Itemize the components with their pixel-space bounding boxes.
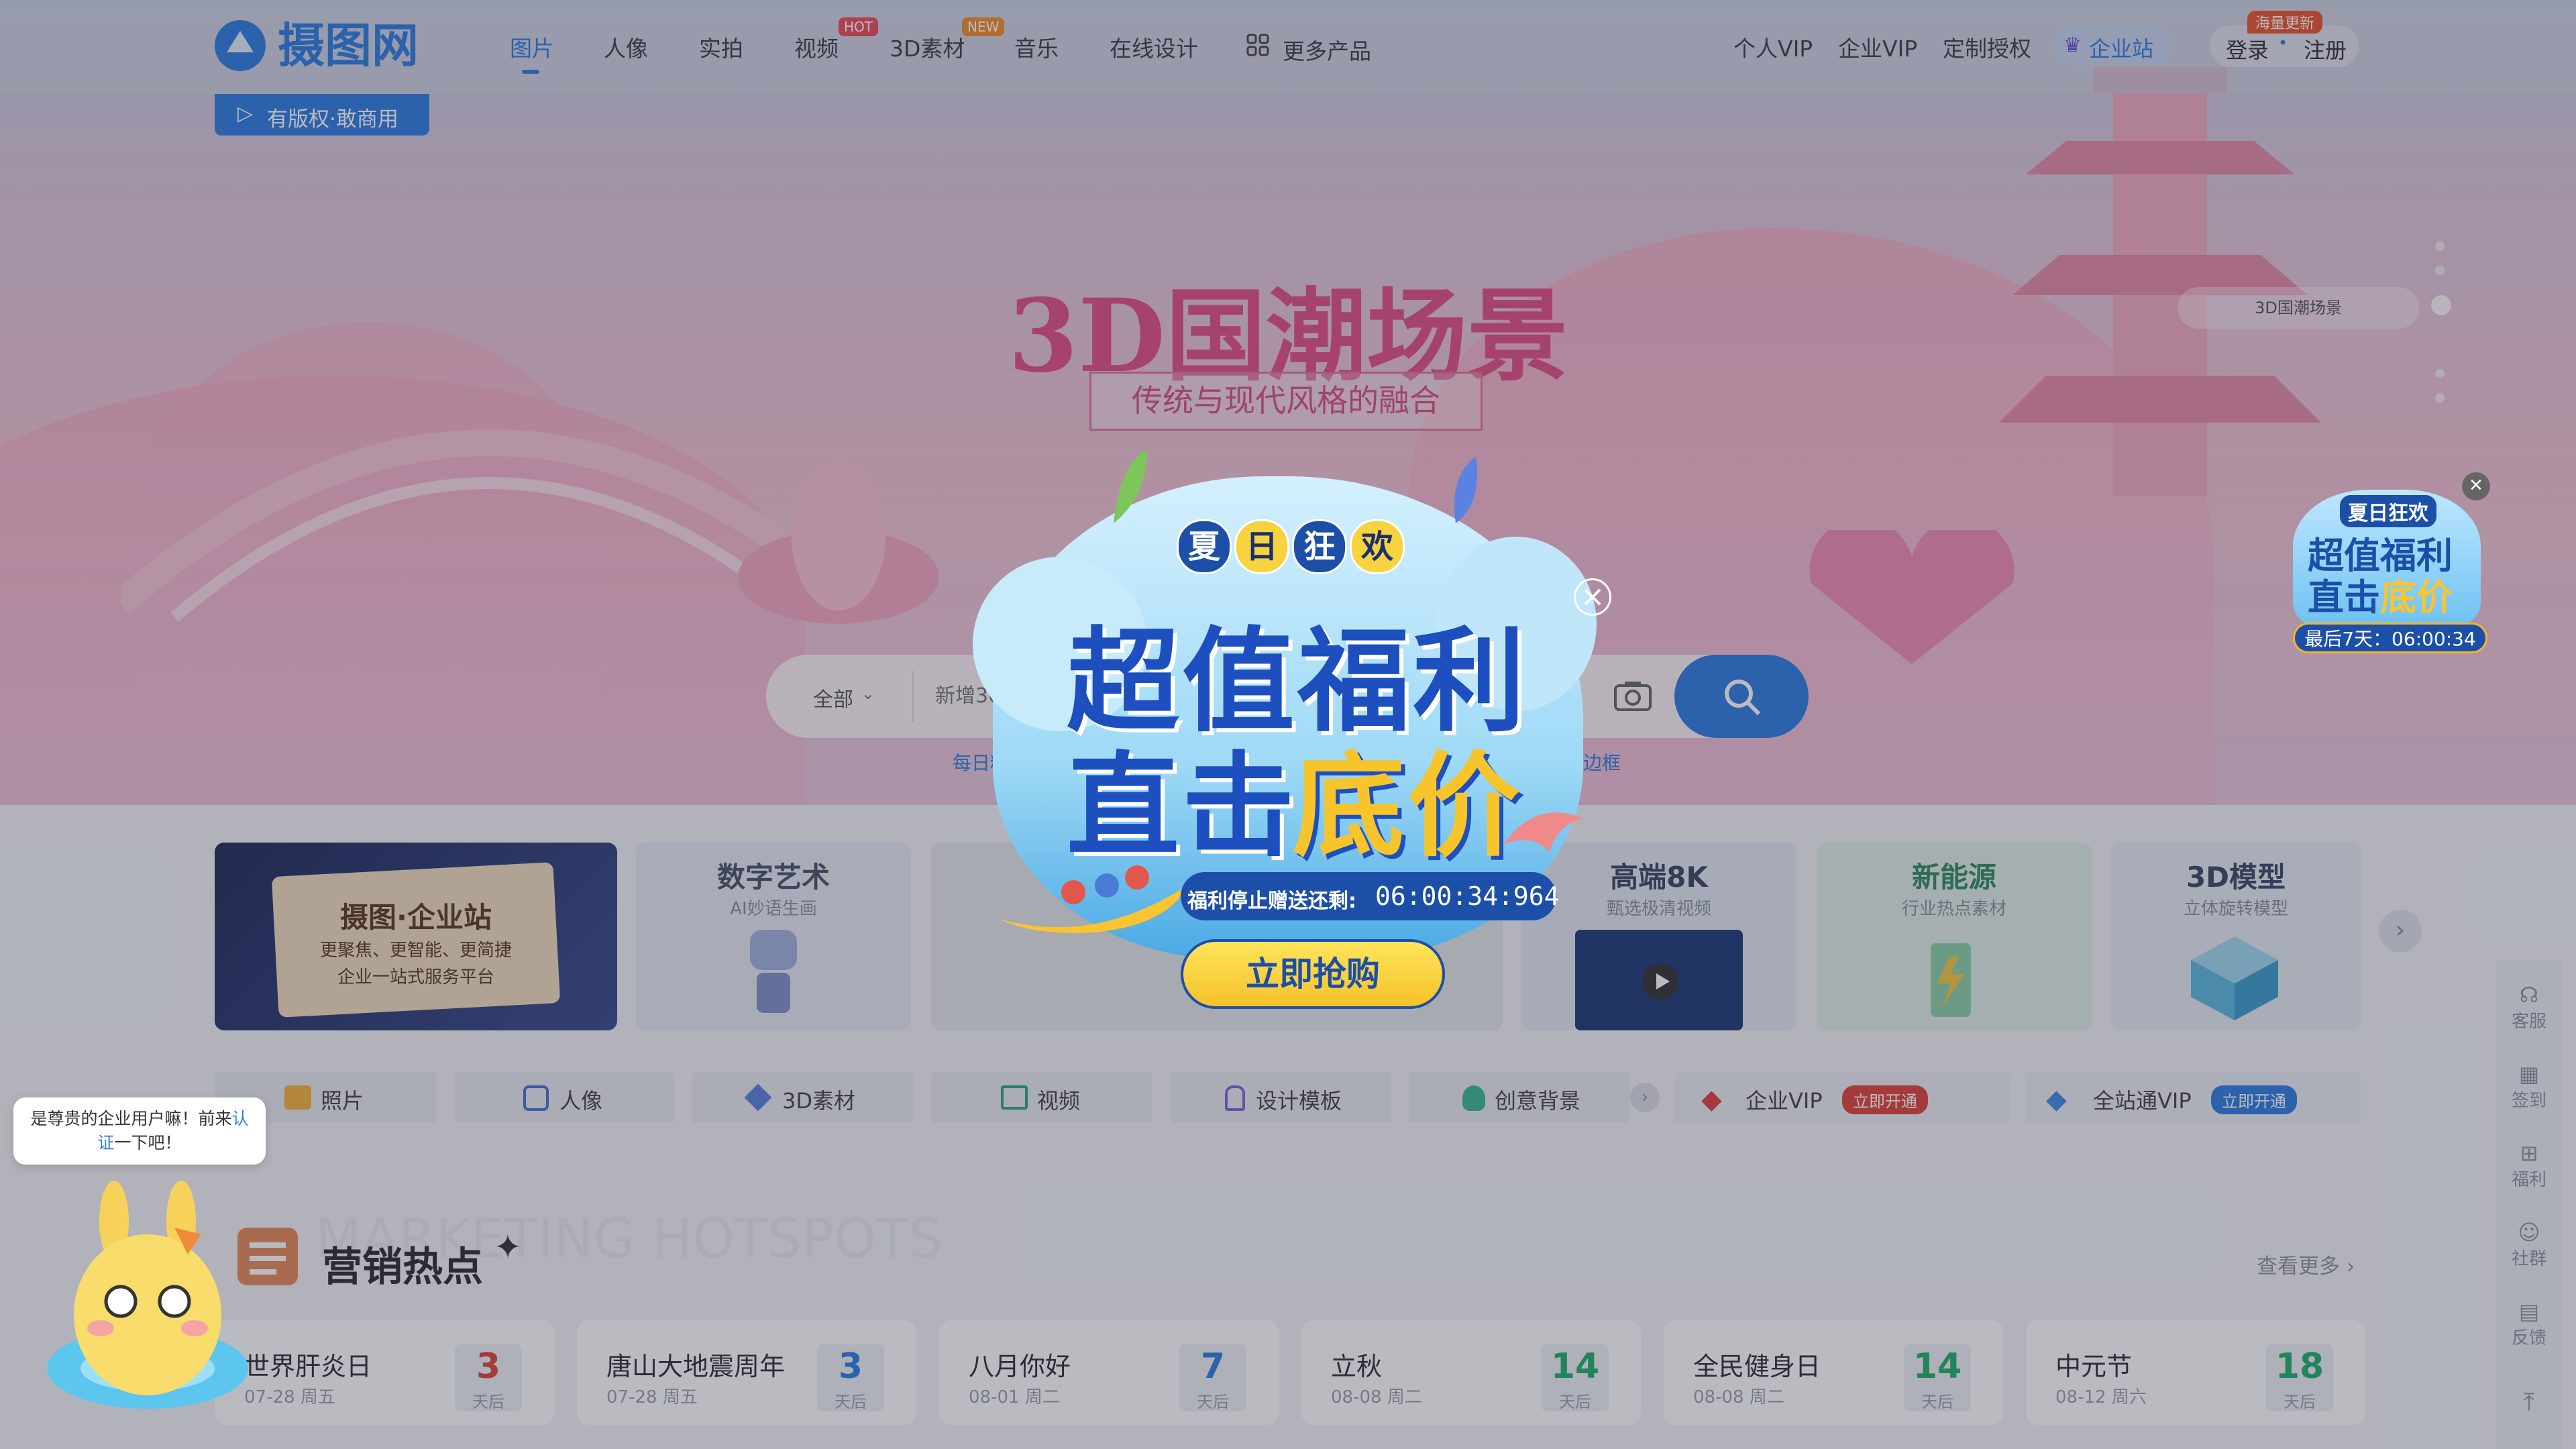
- popup-countdown-timer: 06:00:34:964: [1375, 881, 1560, 911]
- mascot-rabbit[interactable]: [40, 1181, 255, 1422]
- popup-tag-char: 欢: [1350, 519, 1405, 574]
- banana-boat-illustration: [1000, 865, 1187, 933]
- toast-text: 是尊贵的企业用户嘛！前来: [30, 1109, 232, 1128]
- popup-tag: 夏 日 狂 欢: [1177, 519, 1411, 574]
- dolphin-icon: [1503, 812, 1583, 852]
- floating-promo[interactable]: 夏日狂欢 超值福利 直击 底价 最后7天：06:00:34: [2288, 476, 2489, 657]
- floating-promo-tag: 夏日狂欢: [2340, 495, 2436, 527]
- floating-promo-countdown: 最后7天：06:00:34: [2293, 623, 2487, 653]
- popup-tag-char: 夏: [1177, 519, 1232, 574]
- floating-promo-line2b: 底价: [2380, 576, 2453, 619]
- promo-popup: 夏 日 狂 欢 超值福利 直击 底价 福利停止赠送还剩: 06:00:34:96…: [973, 449, 1610, 1033]
- popup-countdown-label: 福利停止赠送还剩:: [1187, 890, 1356, 913]
- popup-buy-button[interactable]: 立即抢购: [1181, 939, 1445, 1009]
- popup-tag-char: 狂: [1292, 519, 1347, 574]
- popup-close-icon[interactable]: [1574, 578, 1611, 616]
- popup-tag-char: 日: [1234, 519, 1289, 574]
- toast-text-2: 一下吧！: [114, 1133, 182, 1152]
- floating-promo-close-icon[interactable]: ✕: [2462, 472, 2490, 500]
- toast-verify-link-2[interactable]: 证: [97, 1133, 114, 1152]
- toast-verify-link[interactable]: 认: [232, 1109, 249, 1128]
- popup-headline-2b: 底价: [1292, 741, 1523, 872]
- floating-promo-line2a: 直击: [2308, 576, 2380, 619]
- enterprise-toast: 是尊贵的企业用户嘛！前来认 证一下吧！: [13, 1097, 266, 1165]
- leaf-decoration: [1114, 449, 1477, 523]
- popup-countdown-bar: 福利停止赠送还剩: 06:00:34:964: [1181, 872, 1560, 920]
